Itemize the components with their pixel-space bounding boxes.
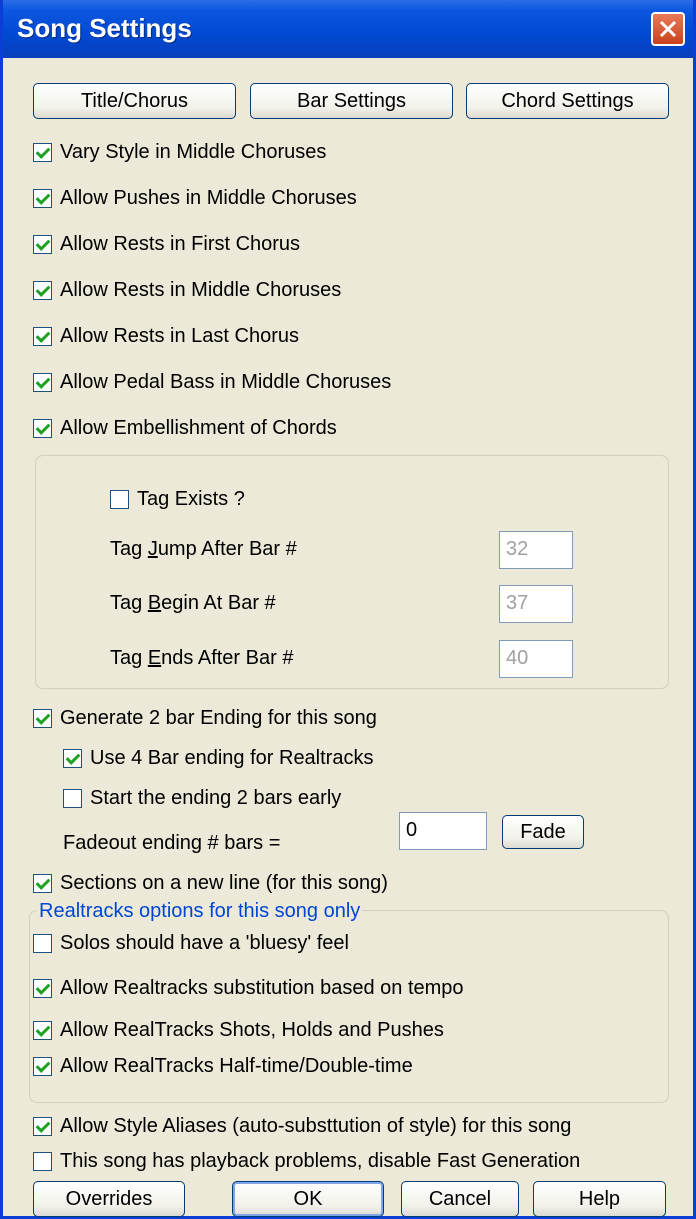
checkbox-label: Allow RealTracks Half-time/Double-time [60,1055,413,1077]
checkbox-label: Solos should have a 'bluesy' feel [60,932,349,954]
checkbox-box[interactable] [33,1152,52,1171]
style-aliases-checkbox[interactable]: Allow Style Aliases (auto-substtution of… [33,1115,571,1138]
checkbox-label: Allow Rests in First Chorus [60,233,301,255]
start-early-checkbox[interactable]: Start the ending 2 bars early [63,787,341,810]
help-button[interactable]: Help [533,1181,666,1217]
chord-settings-button[interactable]: Chord Settings [466,83,669,119]
bluesy-feel-checkbox[interactable]: Solos should have a 'bluesy' feel [33,932,349,955]
checkbox-box[interactable] [33,979,52,998]
embellishment-checkbox[interactable]: Allow Embellishment of Chords [33,417,337,440]
rests-first-checkbox[interactable]: Allow Rests in First Chorus [33,233,300,256]
tag-begin-field[interactable]: 37 [499,585,573,623]
realtracks-legend: Realtracks options for this song only [37,900,363,923]
checkbox-label: Use 4 Bar ending for Realtracks [90,747,374,769]
checkbox-label: Allow Realtracks substitution based on t… [60,977,464,999]
overrides-button[interactable]: Overrides [33,1181,185,1217]
dialog-title: Song Settings [17,13,192,43]
fadeout-label: Fadeout ending # bars = [63,832,281,854]
checkbox-label: Allow Pedal Bass in Middle Choruses [60,371,392,393]
checkbox-box[interactable] [33,1057,52,1076]
checkbox-box[interactable] [33,419,52,438]
use-4-bar-ending-checkbox[interactable]: Use 4 Bar ending for Realtracks [63,747,373,770]
tag-ends-label: Tag Ends After Bar # [110,647,294,669]
rests-last-checkbox[interactable]: Allow Rests in Last Chorus [33,325,299,348]
checkbox-label: This song has playback problems, disable… [60,1150,581,1172]
title-bar[interactable]: Song Settings [3,0,693,58]
checkbox-label: Vary Style in Middle Choruses [60,141,327,163]
checkbox-box[interactable] [63,749,82,768]
checkbox-label: Tag Exists ? [137,488,245,510]
checkbox-label: Start the ending 2 bars early [90,787,342,809]
close-icon [659,20,677,38]
checkbox-box[interactable] [33,709,52,728]
tag-exists-checkbox[interactable]: Tag Exists ? [110,488,245,511]
vary-style-checkbox[interactable]: Vary Style in Middle Choruses [33,141,326,164]
checkbox-label: Allow Rests in Last Chorus [60,325,299,347]
fade-button[interactable]: Fade [502,815,584,849]
checkbox-box[interactable] [63,789,82,808]
title-chorus-button[interactable]: Title/Chorus [33,83,236,119]
sections-new-line-checkbox[interactable]: Sections on a new line (for this song) [33,872,388,895]
ok-button[interactable]: OK [232,1181,384,1217]
substitution-tempo-checkbox[interactable]: Allow Realtracks substitution based on t… [33,977,464,1000]
bar-settings-button[interactable]: Bar Settings [250,83,453,119]
rests-middle-checkbox[interactable]: Allow Rests in Middle Choruses [33,279,341,302]
checkbox-label: Sections on a new line (for this song) [60,872,388,894]
checkbox-label: Allow Pushes in Middle Choruses [60,187,357,209]
generate-ending-checkbox[interactable]: Generate 2 bar Ending for this song [33,707,377,730]
tag-jump-field[interactable]: 32 [499,531,573,569]
checkbox-box[interactable] [33,235,52,254]
checkbox-label: Allow Rests in Middle Choruses [60,279,342,301]
checkbox-box[interactable] [33,327,52,346]
disable-fast-generation-checkbox[interactable]: This song has playback problems, disable… [33,1150,580,1173]
checkbox-label: Allow Embellishment of Chords [60,417,337,439]
checkbox-box[interactable] [33,143,52,162]
checkbox-box[interactable] [33,874,52,893]
checkbox-box[interactable] [33,373,52,392]
tag-begin-label: Tag Begin At Bar # [110,592,276,614]
checkbox-box[interactable] [33,281,52,300]
allow-pushes-checkbox[interactable]: Allow Pushes in Middle Choruses [33,187,357,210]
checkbox-box[interactable] [33,1117,52,1136]
cancel-button[interactable]: Cancel [401,1181,519,1217]
checkbox-box[interactable] [33,934,52,953]
close-button[interactable] [651,12,685,46]
fadeout-field[interactable]: 0 [399,812,487,850]
shots-holds-pushes-checkbox[interactable]: Allow RealTracks Shots, Holds and Pushes [33,1019,444,1042]
checkbox-box[interactable] [110,490,129,509]
checkbox-box[interactable] [33,189,52,208]
checkbox-label: Allow RealTracks Shots, Holds and Pushes [60,1019,444,1041]
checkbox-label: Allow Style Aliases (auto-substtution of… [60,1115,572,1137]
song-settings-dialog: Song Settings Title/Chorus Bar Settings … [0,0,696,1219]
pedal-bass-checkbox[interactable]: Allow Pedal Bass in Middle Choruses [33,371,391,394]
tag-jump-label: Tag Jump After Bar # [110,538,297,560]
checkbox-box[interactable] [33,1021,52,1040]
tag-ends-field[interactable]: 40 [499,640,573,678]
checkbox-label: Generate 2 bar Ending for this song [60,707,377,729]
half-double-time-checkbox[interactable]: Allow RealTracks Half-time/Double-time [33,1055,413,1078]
